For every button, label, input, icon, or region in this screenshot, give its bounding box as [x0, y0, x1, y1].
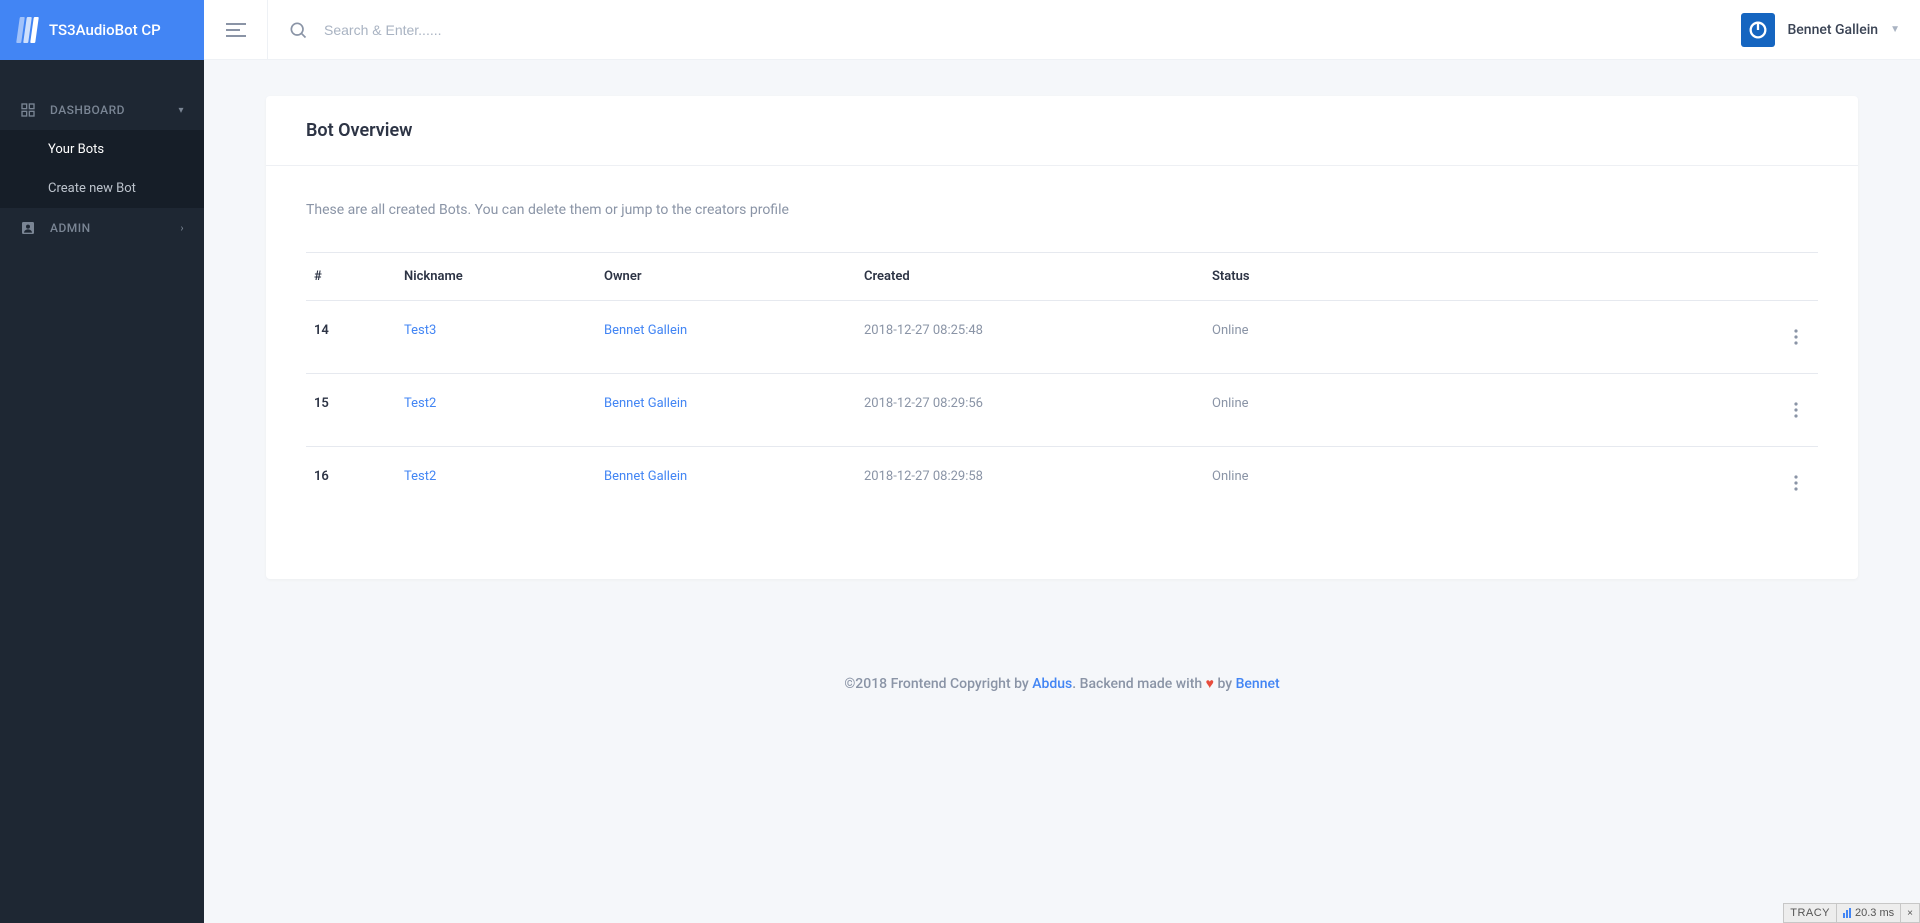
bot-owner-link[interactable]: Bennet Gallein — [604, 469, 687, 484]
menu-toggle-button[interactable] — [204, 0, 268, 60]
more-button[interactable] — [1782, 323, 1810, 351]
nav-label-admin: ADMIN — [50, 221, 91, 235]
nav-item-admin[interactable]: ADMIN › — [0, 208, 204, 248]
col-created: Created — [856, 253, 1204, 301]
admin-icon — [20, 220, 36, 236]
bot-owner-link[interactable]: Bennet Gallein — [604, 396, 687, 411]
bot-owner-link[interactable]: Bennet Gallein — [604, 323, 687, 338]
sidebar: TS3AudioBot CP DASHBOARD ▾ Your Bots Cre… — [0, 0, 204, 923]
table-row: 16 Test2 Bennet Gallein 2018-12-27 08:29:58… — [306, 447, 1818, 520]
bot-nickname-link[interactable]: Test2 — [404, 469, 436, 484]
chevron-down-icon: ▼ — [1890, 24, 1900, 35]
nav-sub-your-bots[interactable]: Your Bots — [0, 130, 204, 169]
brand-logo-icon — [18, 17, 37, 43]
cell-status: Online — [1204, 374, 1768, 447]
cell-owner: Bennet Gallein — [596, 447, 856, 520]
col-owner: Owner — [596, 253, 856, 301]
bot-overview-card: Bot Overview These are all created Bots.… — [266, 96, 1858, 579]
chevron-right-icon: › — [180, 223, 184, 234]
cell-id: 15 — [306, 374, 396, 447]
header: Bennet Gallein ▼ — [204, 0, 1920, 60]
footer: ©2018 Frontend Copyright by Abdus. Backe… — [204, 649, 1920, 720]
footer-by: by — [1214, 676, 1236, 692]
main: Bot Overview These are all created Bots.… — [204, 60, 1920, 923]
nav-item-dashboard[interactable]: DASHBOARD ▾ — [0, 90, 204, 130]
bot-nickname-link[interactable]: Test2 — [404, 396, 436, 411]
power-icon — [1747, 19, 1769, 41]
dashboard-icon — [20, 102, 36, 118]
tracy-close-button[interactable]: × — [1900, 904, 1919, 922]
hamburger-icon — [226, 23, 246, 37]
cell-owner: Bennet Gallein — [596, 301, 856, 374]
bots-table: # Nickname Owner Created Status 14 Test3 B… — [306, 252, 1818, 519]
card-header: Bot Overview — [266, 96, 1858, 166]
tracy-debug-bar[interactable]: TRACY 20.3 ms × — [1783, 903, 1920, 923]
cell-nickname: Test2 — [396, 447, 596, 520]
page-title: Bot Overview — [306, 120, 1818, 141]
search-wrap — [268, 20, 1721, 40]
table-row: 15 Test2 Bennet Gallein 2018-12-27 08:29:56… — [306, 374, 1818, 447]
footer-link-abdus[interactable]: Abdus — [1032, 676, 1072, 692]
footer-link-bennet[interactable]: Bennet — [1236, 676, 1280, 692]
bot-nickname-link[interactable]: Test3 — [404, 323, 436, 338]
heart-icon: ♥ — [1206, 676, 1214, 692]
cell-id: 14 — [306, 301, 396, 374]
nav-label-dashboard: DASHBOARD — [50, 103, 125, 117]
nav-sub-dashboard: Your Bots Create new Bot — [0, 130, 204, 208]
chevron-down-icon: ▾ — [178, 105, 184, 116]
col-actions — [1768, 253, 1818, 301]
cell-owner: Bennet Gallein — [596, 374, 856, 447]
table-row: 14 Test3 Bennet Gallein 2018-12-27 08:25:48… — [306, 301, 1818, 374]
cell-actions — [1768, 447, 1818, 520]
cell-status: Online — [1204, 301, 1768, 374]
brand[interactable]: TS3AudioBot CP — [0, 0, 204, 60]
cell-nickname: Test3 — [396, 301, 596, 374]
footer-mid: . Backend made with — [1072, 676, 1205, 692]
cell-created: 2018-12-27 08:25:48 — [856, 301, 1204, 374]
cell-id: 16 — [306, 447, 396, 520]
bars-icon — [1843, 908, 1851, 918]
page-description: These are all created Bots. You can dele… — [306, 202, 1818, 218]
sidebar-nav: DASHBOARD ▾ Your Bots Create new Bot ADM… — [0, 60, 204, 248]
tracy-time-panel[interactable]: 20.3 ms — [1836, 904, 1900, 922]
cell-nickname: Test2 — [396, 374, 596, 447]
nav-sub-create-bot[interactable]: Create new Bot — [0, 169, 204, 208]
cell-actions — [1768, 374, 1818, 447]
more-vertical-icon — [1794, 402, 1798, 418]
footer-prefix: ©2018 Frontend Copyright by — [844, 676, 1032, 692]
cell-created: 2018-12-27 08:29:58 — [856, 447, 1204, 520]
more-vertical-icon — [1794, 329, 1798, 345]
search-icon — [288, 20, 308, 40]
more-button[interactable] — [1782, 396, 1810, 424]
more-button[interactable] — [1782, 469, 1810, 497]
tracy-label: TRACY — [1784, 904, 1836, 922]
col-id: # — [306, 253, 396, 301]
brand-title: TS3AudioBot CP — [49, 21, 161, 39]
col-status: Status — [1204, 253, 1768, 301]
tracy-time: 20.3 ms — [1855, 907, 1894, 919]
cell-actions — [1768, 301, 1818, 374]
col-nickname: Nickname — [396, 253, 596, 301]
user-name: Bennet Gallein — [1787, 22, 1878, 38]
more-vertical-icon — [1794, 475, 1798, 491]
cell-status: Online — [1204, 447, 1768, 520]
search-input[interactable] — [324, 22, 724, 38]
user-menu[interactable]: Bennet Gallein ▼ — [1721, 13, 1920, 47]
cell-created: 2018-12-27 08:29:56 — [856, 374, 1204, 447]
avatar — [1741, 13, 1775, 47]
